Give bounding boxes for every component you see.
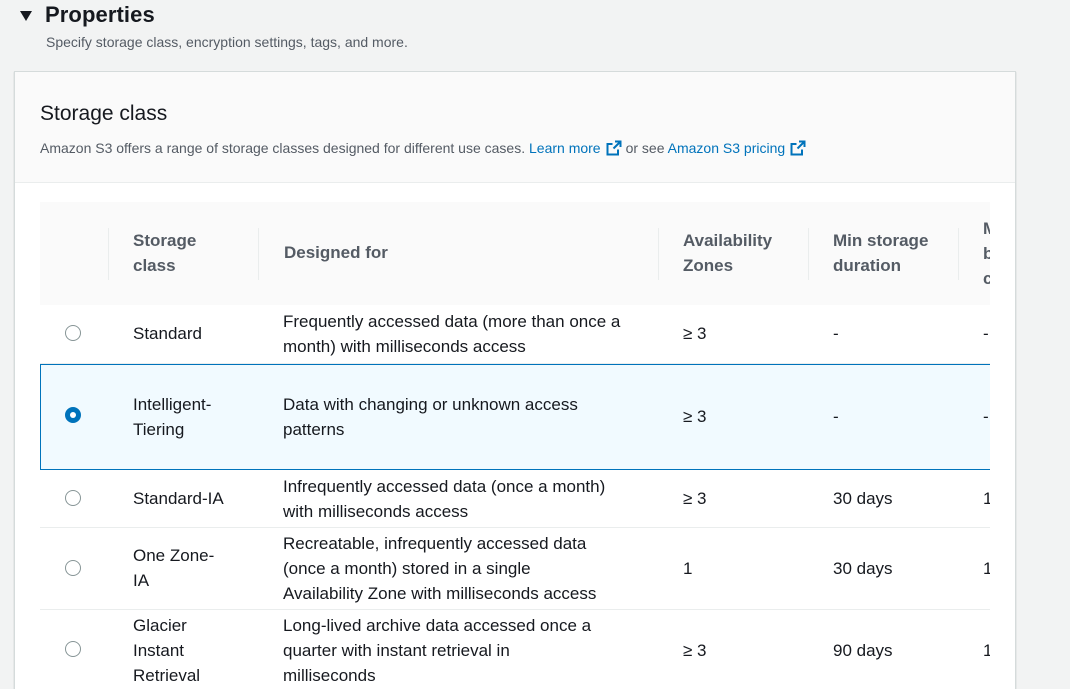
table-row-standard-ia[interactable]: Standard-IA Infrequently accessed data (… <box>40 470 990 528</box>
storage-class-name: One Zone- IA <box>133 543 214 593</box>
partial-column-value: 1 <box>983 559 990 578</box>
text-line: Intelligent- <box>133 395 212 414</box>
header-separator <box>808 228 809 280</box>
properties-subtitle: Specify storage class, encryption settin… <box>46 34 408 50</box>
text-line: Data with changing or unknown access <box>283 395 578 414</box>
table-row-glacier-instant-retrieval[interactable]: Glacier Instant Retrieval Long-lived arc… <box>40 610 990 689</box>
storage-class-table: Storage class Designed for Availability … <box>40 202 990 689</box>
min-storage-value: - <box>833 324 839 343</box>
radio-standard-ia[interactable] <box>65 490 81 506</box>
card-header: Storage class Amazon S3 offers a range o… <box>15 72 1015 183</box>
header-partial-column: M b c <box>983 216 990 291</box>
header-line: duration <box>833 256 901 275</box>
text-line: Retrieval <box>133 666 201 685</box>
text-line: Infrequently accessed data (once a month… <box>283 477 606 496</box>
partial-column-value: - <box>983 407 989 426</box>
radio-standard[interactable] <box>65 325 81 341</box>
header-separator <box>658 228 659 280</box>
min-storage-value: 30 days <box>833 559 893 578</box>
table-row-intelligent-tiering[interactable]: Intelligent- Tiering Data with changing … <box>40 364 990 470</box>
learn-more-link[interactable]: Learn more <box>529 140 601 156</box>
header-line: Min storage <box>833 231 929 250</box>
availability-zones-value: 1 <box>683 559 693 578</box>
designed-for-text: Frequently accessed data (more than once… <box>283 309 620 359</box>
partial-column-value: 1 <box>983 489 990 508</box>
header-line: Availability <box>683 231 773 250</box>
header-line: b <box>983 244 990 263</box>
header-line: M <box>983 216 990 241</box>
header-min-storage-duration: Min storage duration <box>833 228 928 278</box>
header-storage-class: Storage class <box>133 228 196 278</box>
designed-for-text: Infrequently accessed data (once a month… <box>283 474 605 524</box>
description-text: Amazon S3 offers a range of storage clas… <box>40 140 526 156</box>
min-storage-value: 30 days <box>833 489 893 508</box>
text-line: Availability Zone with milliseconds acce… <box>283 584 597 603</box>
min-storage-value: 90 days <box>833 641 893 660</box>
text-line: Instant <box>133 641 185 660</box>
table-header: Storage class Designed for Availability … <box>40 202 990 306</box>
availability-zones-value: ≥ 3 <box>683 489 707 508</box>
text-line: milliseconds <box>283 666 376 685</box>
header-separator <box>958 228 959 280</box>
partial-column-value: - <box>983 324 989 343</box>
caret-down-icon[interactable] <box>20 11 32 21</box>
or-see-text: or see <box>625 140 665 156</box>
partial-column-value: 1 <box>983 641 990 660</box>
external-link-icon[interactable] <box>606 140 622 159</box>
storage-class-name: Glacier Instant Retrieval <box>133 613 200 688</box>
properties-title: Properties <box>45 2 155 27</box>
text-line: Tiering <box>133 420 185 439</box>
storage-class-name: Standard <box>133 324 202 343</box>
page: Properties Specify storage class, encryp… <box>0 0 1070 689</box>
text-line: (once a month) stored in a single <box>283 559 531 578</box>
header-availability-zones: Availability Zones <box>683 228 772 278</box>
header-line: Zones <box>683 256 734 275</box>
table-row-standard[interactable]: Standard Frequently accessed data (more … <box>40 305 990 364</box>
availability-zones-value: ≥ 3 <box>683 407 707 426</box>
header-designed-for: Designed for <box>284 243 388 262</box>
designed-for-text: Recreatable, infrequently accessed data … <box>283 531 596 606</box>
external-link-icon[interactable] <box>790 140 806 159</box>
text-line: with milliseconds access <box>283 502 469 521</box>
text-line: One Zone- <box>133 546 215 565</box>
storage-class-description: Amazon S3 offers a range of storage clas… <box>40 140 810 159</box>
header-line: c <box>983 269 990 288</box>
storage-class-card: Storage class Amazon S3 offers a range o… <box>14 71 1016 689</box>
radio-one-zone-ia[interactable] <box>65 560 81 576</box>
header-separator <box>258 228 259 280</box>
designed-for-text: Data with changing or unknown access pat… <box>283 392 578 442</box>
s3-pricing-link[interactable]: Amazon S3 pricing <box>668 140 786 156</box>
storage-class-name: Standard-IA <box>133 489 224 508</box>
header-line: class <box>133 256 176 275</box>
text-line: quarter with instant retrieval in <box>283 641 510 660</box>
header-line: Storage <box>133 231 197 250</box>
header-separator <box>108 228 109 280</box>
text-line: IA <box>133 571 150 590</box>
text-line: Glacier <box>133 616 187 635</box>
text-line: month) with milliseconds access <box>283 337 526 356</box>
storage-class-name: Intelligent- Tiering <box>133 392 211 442</box>
availability-zones-value: ≥ 3 <box>683 324 707 343</box>
availability-zones-value: ≥ 3 <box>683 641 707 660</box>
properties-header[interactable]: Properties <box>20 2 155 28</box>
text-line: Frequently accessed data (more than once… <box>283 312 621 331</box>
text-line: Recreatable, infrequently accessed data <box>283 534 587 553</box>
text-line: Long-lived archive data accessed once a <box>283 616 592 635</box>
min-storage-value: - <box>833 407 839 426</box>
text-line: patterns <box>283 420 345 439</box>
radio-glacier-instant-retrieval[interactable] <box>65 641 81 657</box>
radio-intelligent-tiering[interactable] <box>65 407 81 423</box>
storage-class-title: Storage class <box>40 102 168 125</box>
table-row-one-zone-ia[interactable]: One Zone- IA Recreatable, infrequently a… <box>40 528 990 610</box>
designed-for-text: Long-lived archive data accessed once a … <box>283 613 591 688</box>
